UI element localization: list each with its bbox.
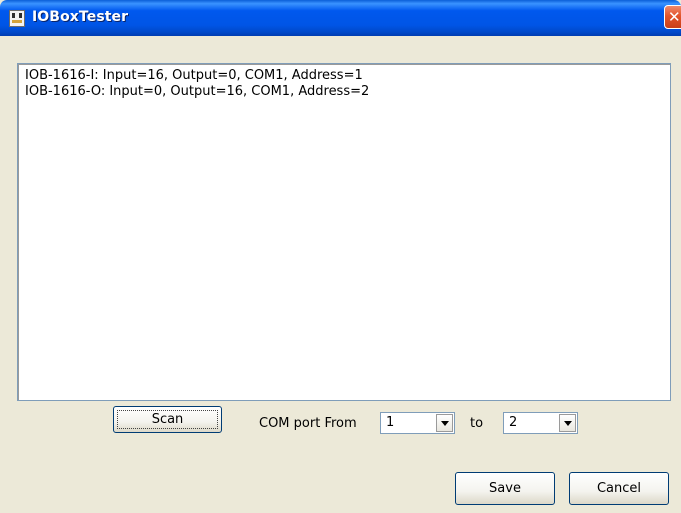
chevron-down-icon[interactable] xyxy=(559,414,576,432)
com-port-to-dropdown[interactable]: 2 xyxy=(503,412,578,434)
focus-rectangle xyxy=(117,410,218,429)
close-button[interactable]: ✕ xyxy=(664,5,681,29)
close-icon: ✕ xyxy=(668,8,681,26)
com-port-from-dropdown[interactable]: 1 xyxy=(380,412,455,434)
window-title: IOBoxTester xyxy=(32,9,129,25)
com-port-from-label: COM port From xyxy=(259,416,357,431)
com-from-value: 1 xyxy=(386,415,395,430)
app-icon-slot xyxy=(12,13,15,18)
com-to-value: 2 xyxy=(509,415,518,430)
app-icon-slot xyxy=(19,13,22,18)
save-button[interactable]: Save xyxy=(455,472,555,505)
app-icon-bar xyxy=(12,20,22,23)
app-icon[interactable] xyxy=(9,10,25,27)
scan-button[interactable]: Scan xyxy=(113,406,222,433)
list-item[interactable]: IOB-1616-I: Input=16, Output=0, COM1, Ad… xyxy=(25,68,363,84)
device-list-box[interactable]: IOB-1616-I: Input=16, Output=0, COM1, Ad… xyxy=(17,63,671,401)
title-bar[interactable]: IOBoxTester ✕ xyxy=(0,0,681,36)
list-item[interactable]: IOB-1616-O: Input=0, Output=16, COM1, Ad… xyxy=(25,84,369,100)
cancel-button[interactable]: Cancel xyxy=(569,472,669,505)
to-label: to xyxy=(470,416,484,431)
chevron-down-icon[interactable] xyxy=(436,414,453,432)
ioboxtester-window: IOBoxTester ✕ IOB-1616-I: Input=16, Outp… xyxy=(0,0,681,513)
